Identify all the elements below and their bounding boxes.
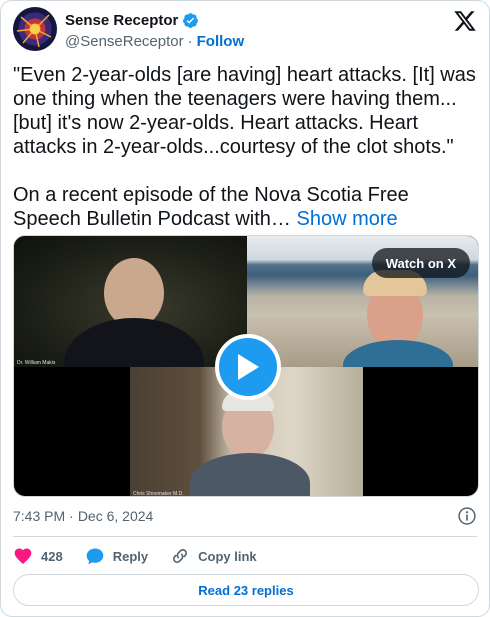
video-pane-host: Dr. William Makis [14, 236, 247, 367]
author-handle[interactable]: @SenseReceptor [65, 33, 184, 50]
tweet-text-block: "Even 2-year-olds [are having] heart att… [13, 63, 481, 231]
watch-on-x-button[interactable]: Watch on X [371, 248, 470, 278]
handle-separator: · [187, 32, 193, 50]
tweet-header: Sense Receptor @SenseReceptor · Follow [13, 7, 477, 53]
divider [13, 536, 477, 537]
author-names: Sense Receptor @SenseReceptor · Follow [65, 10, 244, 51]
tweet-card: Sense Receptor @SenseReceptor · Follow "… [0, 0, 490, 617]
video-player[interactable]: Dr. William Makis Chris Shoemaker M.D. W… [13, 235, 479, 497]
like-button[interactable]: 428 [13, 546, 63, 566]
heart-icon [14, 548, 32, 564]
participant-label: Chris Shoemaker M.D. [133, 491, 184, 497]
participant-label: Dr. William Makis [17, 360, 56, 366]
verified-badge-icon [182, 12, 199, 29]
play-button[interactable] [215, 334, 281, 400]
speaker-body [190, 453, 310, 496]
timestamp-separator: · [69, 508, 74, 524]
action-bar: 428 Reply Copy link [13, 544, 279, 568]
author-display-name[interactable]: Sense Receptor [65, 12, 178, 29]
speaker-body [343, 340, 453, 367]
tweet-timestamp[interactable]: 7:43 PM · Dec 6, 2024 [13, 508, 153, 524]
tweet-time: 7:43 PM [13, 508, 66, 524]
follow-button[interactable]: Follow [197, 33, 245, 50]
reply-label: Reply [112, 548, 149, 564]
reply-button[interactable]: Reply [85, 546, 148, 566]
info-icon[interactable] [457, 506, 477, 526]
like-count: 428 [41, 548, 63, 564]
tweet-date: Dec 6, 2024 [77, 508, 154, 524]
copy-link-label: Copy link [198, 548, 257, 564]
avatar[interactable] [13, 7, 57, 51]
link-icon [173, 549, 188, 563]
read-replies-button[interactable]: Read 23 replies [13, 574, 479, 606]
x-logo-icon[interactable] [453, 9, 477, 33]
tweet-text: "Even 2-year-olds [are having] heart att… [13, 64, 476, 230]
copy-link-button[interactable]: Copy link [170, 546, 257, 566]
show-more-link[interactable]: Show more [297, 208, 398, 230]
reply-icon [86, 548, 104, 565]
speaker-body [64, 318, 204, 367]
play-icon [238, 354, 259, 380]
